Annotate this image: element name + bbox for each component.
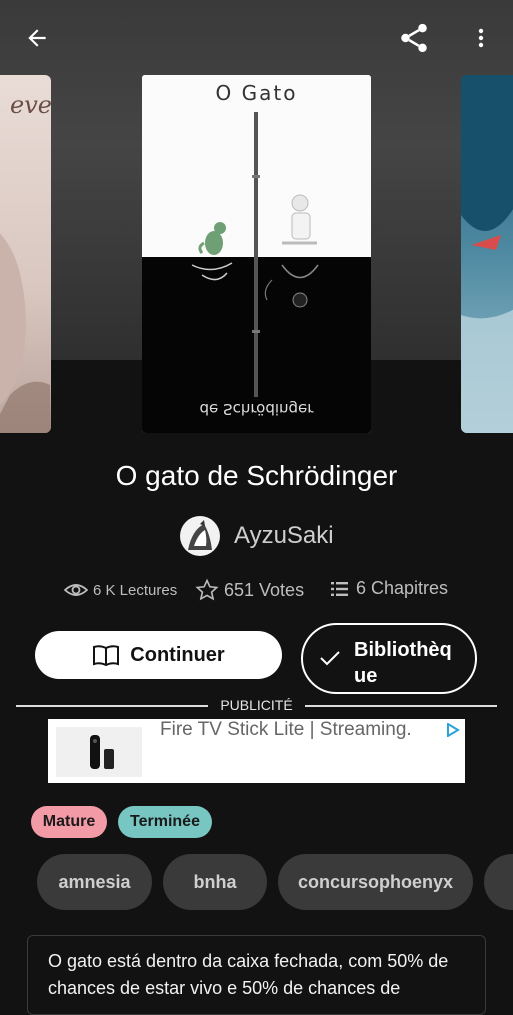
tag-chip[interactable]: bnha <box>163 854 267 910</box>
library-label-line2: ue <box>354 665 378 687</box>
next-book-art <box>461 75 513 433</box>
star-icon <box>195 578 219 601</box>
continue-reading-button[interactable]: Continuer <box>35 631 282 679</box>
check-icon <box>320 651 340 666</box>
list-icon <box>331 581 348 596</box>
tag-chip[interactable]: concursophoenyx <box>278 854 473 910</box>
ad-label: PUBLICITÉ <box>220 697 293 713</box>
reads-stat: 6 K Lectures <box>64 578 177 602</box>
chapters-count: 6 Chapitres <box>356 578 449 598</box>
next-book-cover[interactable] <box>461 75 513 433</box>
previous-book-cover[interactable]: eve <box>0 75 51 433</box>
avatar <box>180 516 220 556</box>
top-bar <box>0 0 513 76</box>
share-icon <box>401 23 427 53</box>
adchoices-icon[interactable] <box>446 723 460 737</box>
author-name: AyzuSaki <box>234 522 334 549</box>
tag-chip-partial[interactable] <box>484 854 513 910</box>
tag-chip[interactable]: amnesia <box>37 854 152 910</box>
book-title: O gato de Schrödinger <box>115 460 398 491</box>
eye-icon <box>64 584 88 596</box>
arrow-left-icon <box>28 29 46 47</box>
author-link[interactable]: AyzuSaki <box>180 515 334 557</box>
reads-count: 6 K Lectures <box>93 581 178 599</box>
ad-product-image <box>56 727 142 777</box>
stats-row: 6 K Lectures 651 Votes 6 Chapitres <box>0 578 513 606</box>
book-cover[interactable]: O Gato de Schrödinger <box>142 75 371 433</box>
continue-label: Continuer <box>130 643 225 666</box>
book-description: O gato está dentro da caixa fechada, com… <box>27 935 486 1015</box>
chapters-stat: 6 Chapitres <box>330 578 448 599</box>
ad-banner[interactable]: Fire TV Stick Lite | Streaming. <box>48 719 465 783</box>
cover-art <box>191 112 319 397</box>
svg-text:eve: eve <box>10 91 51 119</box>
votes-stat: 651 Votes <box>195 578 304 602</box>
mature-badge: Mature <box>31 806 107 838</box>
completed-badge: Terminée <box>118 806 212 838</box>
ad-text: Fire TV Stick Lite | Streaming. <box>160 719 412 740</box>
more-vertical-icon <box>478 28 484 48</box>
back-button[interactable] <box>17 18 57 58</box>
previous-book-art: eve <box>0 91 51 433</box>
more-button[interactable] <box>461 18 501 58</box>
cover-mirror-text: de Schrödinger <box>199 400 314 418</box>
share-button[interactable] <box>394 18 434 58</box>
library-label-line1: Bibliothèq <box>354 639 452 661</box>
votes-count: 651 Votes <box>224 579 305 600</box>
library-button[interactable]: Bibliothèq ue <box>301 623 477 694</box>
open-book-icon <box>93 645 120 667</box>
